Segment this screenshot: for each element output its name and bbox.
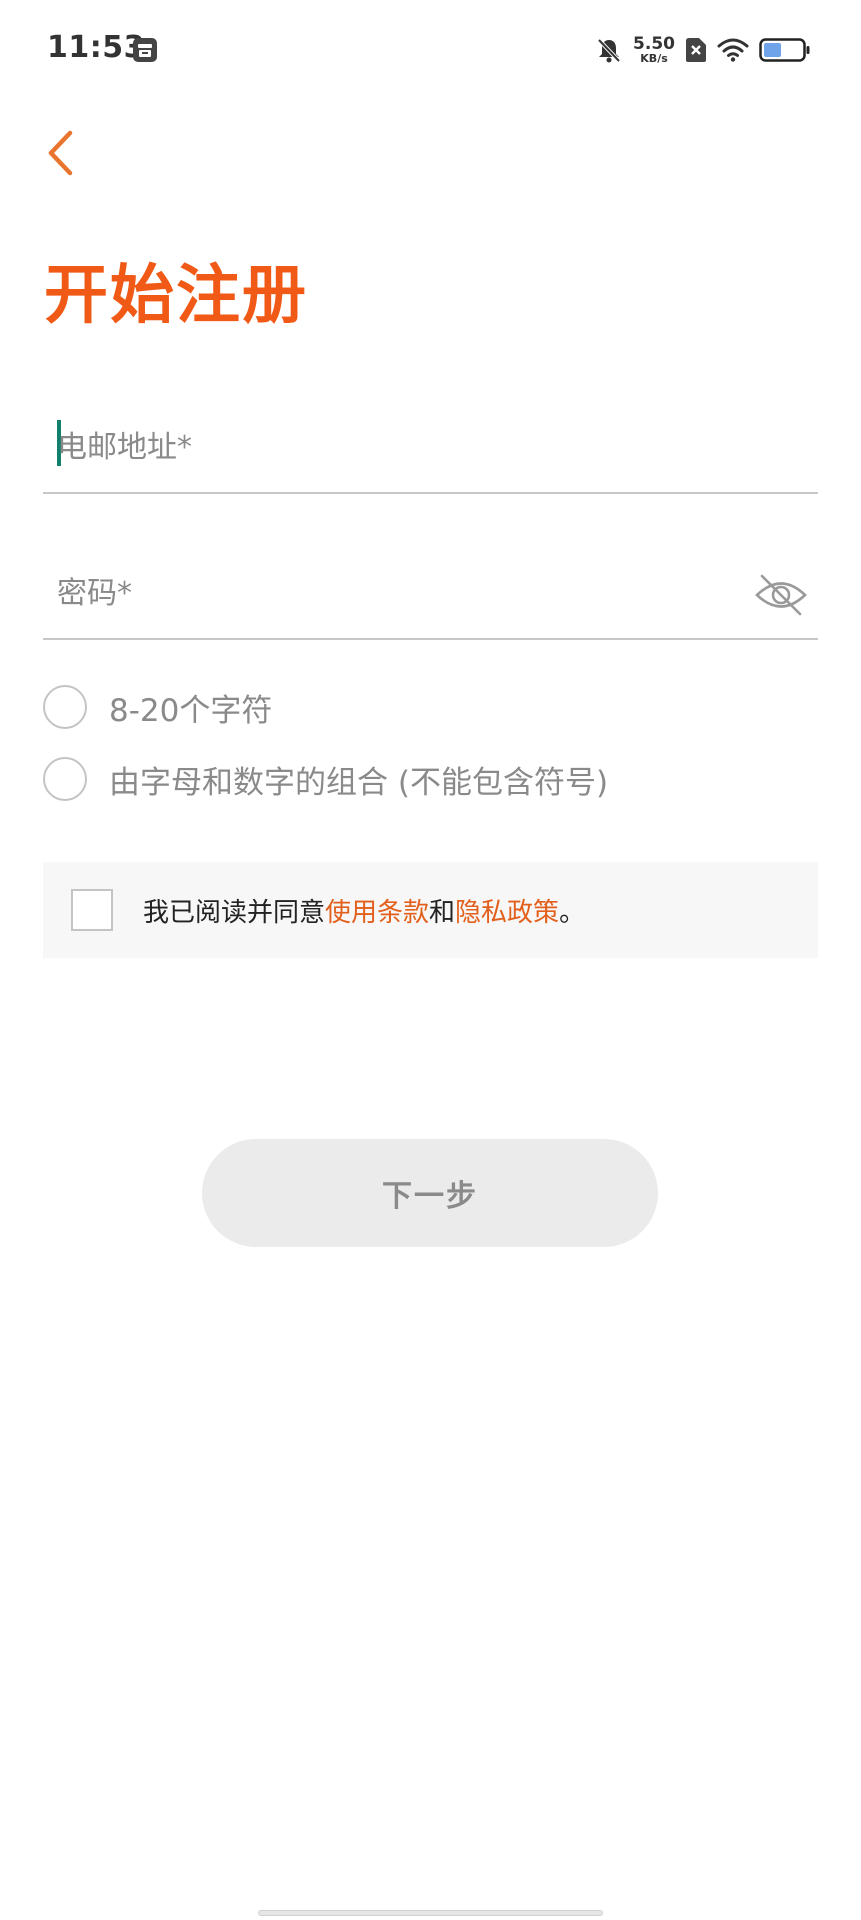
network-speed: 5.50 KB/s: [633, 34, 675, 65]
sim-no-signal-icon: [686, 38, 706, 62]
back-button[interactable]: [36, 120, 86, 186]
rule-status-indicator: [43, 757, 87, 801]
register-screen: 11:53 5.50 KB/s 开始注册 电邮地址* 8-20个字符 由字母和数…: [0, 0, 861, 1920]
eye-off-icon[interactable]: [754, 572, 808, 618]
bell-muted-icon: [597, 38, 621, 63]
network-speed-value: 5.50: [633, 34, 675, 54]
wifi-icon: [717, 38, 749, 62]
chevron-left-icon: [48, 130, 73, 176]
home-indicator[interactable]: [258, 1910, 603, 1916]
rule-text: 8-20个字符: [109, 692, 273, 729]
status-time: 11:53: [47, 30, 145, 65]
agreement-box: 我已阅读并同意使用条款和隐私政策。: [43, 862, 818, 958]
email-field: [43, 402, 818, 494]
password-rule-composition: 由字母和数字的组合 (不能包含符号): [43, 754, 608, 804]
privacy-link[interactable]: 隐私政策: [455, 898, 559, 928]
notification-app-icon: [133, 38, 157, 62]
terms-link[interactable]: 使用条款: [325, 898, 429, 928]
page-title: 开始注册: [44, 259, 308, 333]
password-rule-length: 8-20个字符: [43, 682, 272, 732]
agreement-conjunction: 和: [429, 897, 456, 928]
agreement-prefix: 我已阅读并同意: [143, 897, 326, 928]
status-bar: 11:53 5.50 KB/s: [0, 0, 861, 100]
battery-icon: [759, 38, 810, 62]
password-field: [43, 548, 818, 640]
password-input[interactable]: [57, 568, 737, 618]
agree-checkbox[interactable]: [71, 889, 113, 931]
network-speed-unit: KB/s: [640, 52, 668, 65]
agreement-text: 我已阅读并同意使用条款和隐私政策。: [143, 892, 585, 929]
next-button[interactable]: 下一步: [202, 1139, 658, 1247]
rule-status-indicator: [43, 685, 87, 729]
agreement-suffix: 。: [559, 897, 586, 928]
rule-text: 由字母和数字的组合 (不能包含符号): [109, 764, 609, 801]
email-input[interactable]: [57, 422, 737, 472]
status-icons: 5.50 KB/s: [585, 32, 811, 68]
